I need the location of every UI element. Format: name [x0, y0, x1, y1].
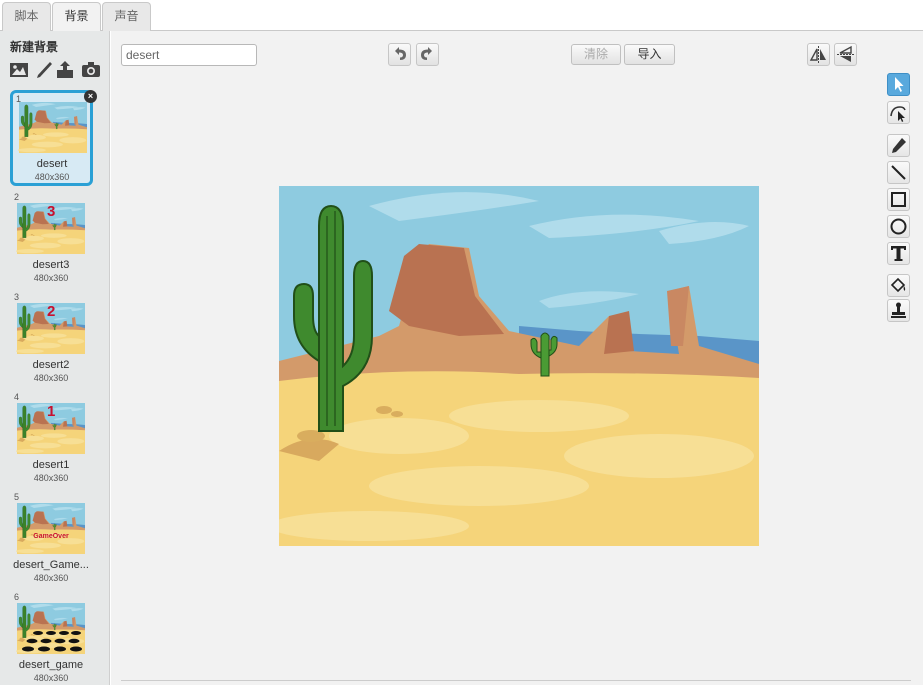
tab-scripts[interactable]: 脚本 [2, 2, 51, 31]
backdrop-list-panel: 新建背景 1 desert 480x360 × 2 3 desert3 480x… [0, 31, 110, 685]
backdrop-item-desert-gameover[interactable]: 5 GameOver desert_Game... 480x360 [9, 492, 93, 588]
reshape-icon [890, 106, 906, 122]
line-tool[interactable] [887, 161, 910, 184]
pencil-tool[interactable] [887, 134, 910, 157]
pencil-icon [892, 138, 906, 153]
flip-horizontal-icon [809, 46, 826, 63]
backdrop-size: 480x360 [33, 673, 69, 683]
ellipse-icon [890, 218, 907, 235]
backdrop-name: desert1 [32, 459, 70, 471]
backdrop-size: 480x360 [34, 172, 70, 182]
import-button[interactable]: 导入 [624, 44, 675, 65]
backdrop-thumbnail [18, 102, 88, 153]
delete-backdrop-icon[interactable]: × [84, 90, 97, 103]
stamp-icon [891, 302, 906, 318]
thumbnail-badge: 2 [47, 303, 56, 320]
backdrop-item-desert2[interactable]: 3 2 desert2 480x360 [9, 292, 93, 388]
stamp-tool[interactable] [887, 299, 910, 322]
backdrop-thumbnail: GameOver [16, 503, 86, 554]
paint-from-library-icon[interactable] [9, 61, 29, 79]
clear-button[interactable]: 清除 [571, 44, 621, 65]
backdrop-number: 3 [14, 292, 20, 302]
select-tool[interactable] [887, 73, 910, 96]
backdrop-thumbnail: 3 [16, 203, 86, 254]
backdrop-size: 480x360 [33, 573, 69, 583]
backdrop-item-desert-game[interactable]: 6 desert_game 480x360 [9, 592, 93, 685]
fill-icon [890, 277, 906, 293]
thumbnail-badge: 1 [47, 403, 56, 420]
backdrop-size: 480x360 [33, 473, 69, 483]
thumbnail-badge: GameOver [33, 533, 69, 540]
rectangle-icon [891, 192, 906, 207]
text-icon [891, 246, 906, 261]
drawing-canvas[interactable] [279, 186, 759, 546]
ellipse-tool[interactable] [887, 215, 910, 238]
backdrop-name: desert_Game... [13, 559, 89, 571]
thumbnail-badge: 3 [47, 203, 56, 220]
line-icon [891, 165, 906, 180]
backdrop-number: 2 [14, 192, 20, 202]
rectangle-tool[interactable] [887, 188, 910, 211]
tab-backdrops[interactable]: 背景 [52, 2, 101, 32]
reshape-tool[interactable] [887, 101, 910, 124]
redo-icon [421, 47, 432, 60]
backdrop-item-desert[interactable]: 1 desert 480x360 × [10, 90, 97, 186]
backdrop-thumbnail [16, 603, 86, 654]
tab-sounds[interactable]: 声音 [102, 2, 151, 31]
tab-bar: 脚本 背景 声音 [0, 0, 923, 32]
backdrop-size: 480x360 [33, 273, 69, 283]
backdrop-item-desert1[interactable]: 4 1 desert1 480x360 [9, 392, 93, 488]
undo-button[interactable] [388, 43, 411, 66]
flip-horizontal-button[interactable] [807, 43, 830, 66]
upload-icon[interactable] [55, 61, 75, 79]
paint-editor: 清除 导入 [111, 31, 923, 685]
backdrop-thumbnail: 1 [16, 403, 86, 454]
backdrop-size: 480x360 [33, 373, 69, 383]
flip-vertical-button[interactable] [834, 43, 857, 66]
paint-new-icon[interactable] [34, 61, 54, 79]
fill-tool[interactable] [887, 274, 910, 297]
camera-icon[interactable] [81, 61, 101, 79]
backdrop-number: 5 [14, 492, 20, 502]
editor-bottom-divider [121, 680, 911, 681]
backdrop-name: desert_game [18, 659, 84, 671]
text-tool[interactable] [887, 242, 910, 265]
undo-icon [395, 47, 406, 60]
select-icon [895, 77, 904, 92]
costume-name-input[interactable] [121, 44, 257, 66]
backdrop-number: 4 [14, 392, 20, 402]
backdrop-name: desert [36, 158, 68, 170]
backdrop-name: desert3 [32, 259, 70, 271]
flip-vertical-icon [837, 45, 854, 62]
backdrop-number: 6 [14, 592, 20, 602]
backdrop-thumbnail: 2 [16, 303, 86, 354]
redo-button[interactable] [416, 43, 439, 66]
new-backdrop-title: 新建背景 [10, 40, 59, 54]
backdrop-item-desert3[interactable]: 2 3 desert3 480x360 [9, 192, 93, 288]
backdrop-name: desert2 [32, 359, 70, 371]
